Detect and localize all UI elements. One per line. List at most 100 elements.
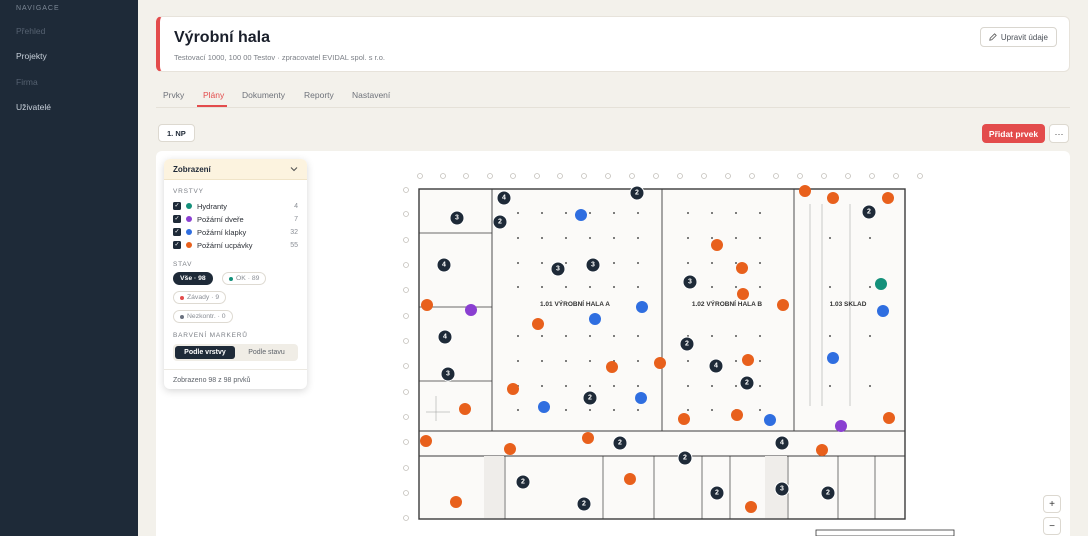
layer-label: Požární klapky — [197, 227, 247, 237]
filter-all[interactable]: Vše · 98 — [173, 272, 213, 285]
color-by-state-button[interactable]: Podle stavu — [237, 346, 296, 359]
marker[interactable] — [835, 420, 847, 432]
marker[interactable] — [504, 443, 516, 455]
marker-cluster[interactable]: 2 — [515, 474, 531, 490]
nav-item-overview[interactable]: Přehled — [16, 26, 45, 36]
filter-unchecked[interactable]: Nezkontr. · 0 — [173, 310, 233, 323]
marker[interactable] — [731, 409, 743, 421]
zoom-in-button[interactable]: + — [1043, 495, 1061, 513]
marker-cluster[interactable]: 2 — [820, 485, 836, 501]
tab-elements[interactable]: Prvky — [163, 90, 184, 100]
layer-hydrants[interactable]: ✓ Hydranty 4 — [173, 201, 298, 211]
tab-settings[interactable]: Nastavení — [352, 90, 390, 100]
marker-cluster[interactable]: 4 — [436, 257, 452, 273]
marker-cluster[interactable]: 2 — [861, 204, 877, 220]
layer-fire-seals[interactable]: ✓ Požární ucpávky 55 — [173, 240, 298, 250]
marker[interactable] — [882, 192, 894, 204]
marker-cluster[interactable]: 2 — [612, 435, 628, 451]
panel-title: Zobrazení — [173, 164, 211, 174]
nav-item-projects[interactable]: Projekty — [16, 51, 47, 61]
marker-cluster[interactable]: 4 — [437, 329, 453, 345]
marker[interactable] — [799, 185, 811, 197]
marker[interactable] — [742, 354, 754, 366]
room-label-hall-b: 1.02 VÝROBNÍ HALA B — [692, 299, 762, 308]
tab-documents[interactable]: Dokumenty — [242, 90, 285, 100]
panel-header[interactable]: Zobrazení — [164, 159, 307, 180]
marker[interactable] — [450, 496, 462, 508]
filter-defects-label: Závady · 9 — [187, 294, 220, 301]
marker[interactable] — [421, 299, 433, 311]
marker[interactable] — [589, 313, 601, 325]
marker-cluster[interactable]: 2 — [492, 214, 508, 230]
layer-label: Požární dveře — [197, 214, 244, 224]
color-by-layer-button[interactable]: Podle vrstvy — [175, 346, 235, 359]
marker[interactable] — [745, 501, 757, 513]
marker[interactable] — [636, 301, 648, 313]
marker[interactable] — [711, 239, 723, 251]
marker[interactable] — [582, 432, 594, 444]
checkbox-icon[interactable]: ✓ — [173, 202, 181, 210]
add-element-button[interactable]: Přidat prvek — [982, 124, 1045, 143]
marker[interactable] — [827, 352, 839, 364]
header-card: Výrobní hala Testovací 1000, 100 00 Test… — [156, 16, 1070, 72]
marker-cluster[interactable]: 2 — [677, 450, 693, 466]
marker[interactable] — [465, 304, 477, 316]
marker[interactable] — [606, 361, 618, 373]
marker-cluster[interactable]: 2 — [709, 485, 725, 501]
tab-reports[interactable]: Reporty — [304, 90, 334, 100]
marker-cluster[interactable]: 4 — [708, 358, 724, 374]
marker-cluster[interactable]: 3 — [550, 261, 566, 277]
layer-count: 4 — [294, 202, 298, 210]
marker-cluster[interactable]: 2 — [679, 336, 695, 352]
marker[interactable] — [507, 383, 519, 395]
chevron-down-icon[interactable] — [290, 166, 298, 172]
sidebar: NAVIGACE Přehled Projekty Firma Uživatel… — [0, 0, 138, 536]
layers-heading: VRSTVY — [173, 188, 204, 195]
edit-button[interactable]: Upravit údaje — [979, 27, 1057, 47]
marker[interactable] — [635, 392, 647, 404]
marker[interactable] — [827, 192, 839, 204]
marker[interactable] — [736, 262, 748, 274]
marker[interactable] — [624, 473, 636, 485]
layer-color-dot — [186, 242, 192, 248]
checkbox-icon[interactable]: ✓ — [173, 228, 181, 236]
marker-cluster[interactable]: 3 — [585, 257, 601, 273]
layer-fire-dampers[interactable]: ✓ Požární klapky 32 — [173, 227, 298, 237]
marker-cluster[interactable]: 3 — [774, 481, 790, 497]
layer-fire-doors[interactable]: ✓ Požární dveře 7 — [173, 214, 298, 224]
marker-cluster[interactable]: 2 — [576, 496, 592, 512]
marker-cluster[interactable]: 4 — [496, 190, 512, 206]
marker-cluster[interactable]: 2 — [629, 185, 645, 201]
marker[interactable] — [816, 444, 828, 456]
marker[interactable] — [737, 288, 749, 300]
marker-cluster[interactable]: 2 — [739, 375, 755, 391]
marker[interactable] — [877, 305, 889, 317]
more-options-button[interactable]: ··· — [1049, 124, 1069, 143]
checkbox-icon[interactable]: ✓ — [173, 241, 181, 249]
marker-cluster[interactable]: 3 — [449, 210, 465, 226]
checkbox-icon[interactable]: ✓ — [173, 215, 181, 223]
marker[interactable] — [575, 209, 587, 221]
filter-ok[interactable]: OK · 89 — [222, 272, 267, 285]
nav-item-users[interactable]: Uživatelé — [16, 102, 51, 112]
marker[interactable] — [420, 435, 432, 447]
marker[interactable] — [764, 414, 776, 426]
marker[interactable] — [654, 357, 666, 369]
marker[interactable] — [678, 413, 690, 425]
marker[interactable] — [777, 299, 789, 311]
tab-plans[interactable]: Plány — [203, 90, 224, 100]
marker-cluster[interactable]: 4 — [774, 435, 790, 451]
marker[interactable] — [459, 403, 471, 415]
marker-cluster[interactable]: 2 — [582, 390, 598, 406]
marker[interactable] — [538, 401, 550, 413]
marker[interactable] — [883, 412, 895, 424]
marker-cluster[interactable]: 3 — [440, 366, 456, 382]
marker[interactable] — [532, 318, 544, 330]
page-subtitle: Testovací 1000, 100 00 Testov · zpracova… — [174, 53, 385, 62]
floor-selector[interactable]: 1. NP — [158, 124, 195, 142]
marker[interactable] — [875, 278, 887, 290]
nav-item-company[interactable]: Firma — [16, 77, 38, 87]
filter-defects[interactable]: Závady · 9 — [173, 291, 227, 304]
zoom-out-button[interactable]: − — [1043, 517, 1061, 535]
marker-cluster[interactable]: 3 — [682, 274, 698, 290]
